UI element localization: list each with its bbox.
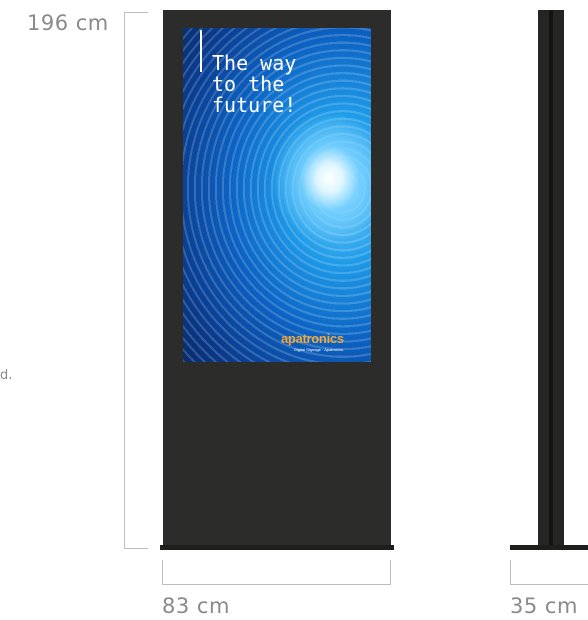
depth-dimension-left-tick: [510, 560, 511, 585]
height-dimension-line: [124, 12, 125, 549]
height-label: 196 cm: [27, 11, 109, 35]
depth-label: 35 cm: [510, 594, 578, 618]
cropped-text: d.: [0, 368, 13, 383]
kiosk-front-base: [160, 545, 394, 550]
depth-dimension-line: [510, 584, 588, 585]
height-dimension-bottom-tick: [124, 548, 148, 549]
screen-headline: The way to the future!: [212, 51, 297, 117]
width-dimension-line: [162, 584, 391, 585]
width-dimension-left-tick: [162, 560, 163, 585]
brand-tagline: Digital Signage · Apatronics: [294, 347, 344, 352]
kiosk-side-base: [510, 545, 588, 550]
screen-accent-bar: [200, 30, 202, 72]
width-label: 83 cm: [162, 594, 230, 618]
kiosk-side-seam: [549, 10, 553, 550]
height-dimension-top-tick: [124, 12, 148, 13]
brand-logo: apatronics: [281, 331, 344, 346]
width-dimension-right-tick: [390, 560, 391, 585]
